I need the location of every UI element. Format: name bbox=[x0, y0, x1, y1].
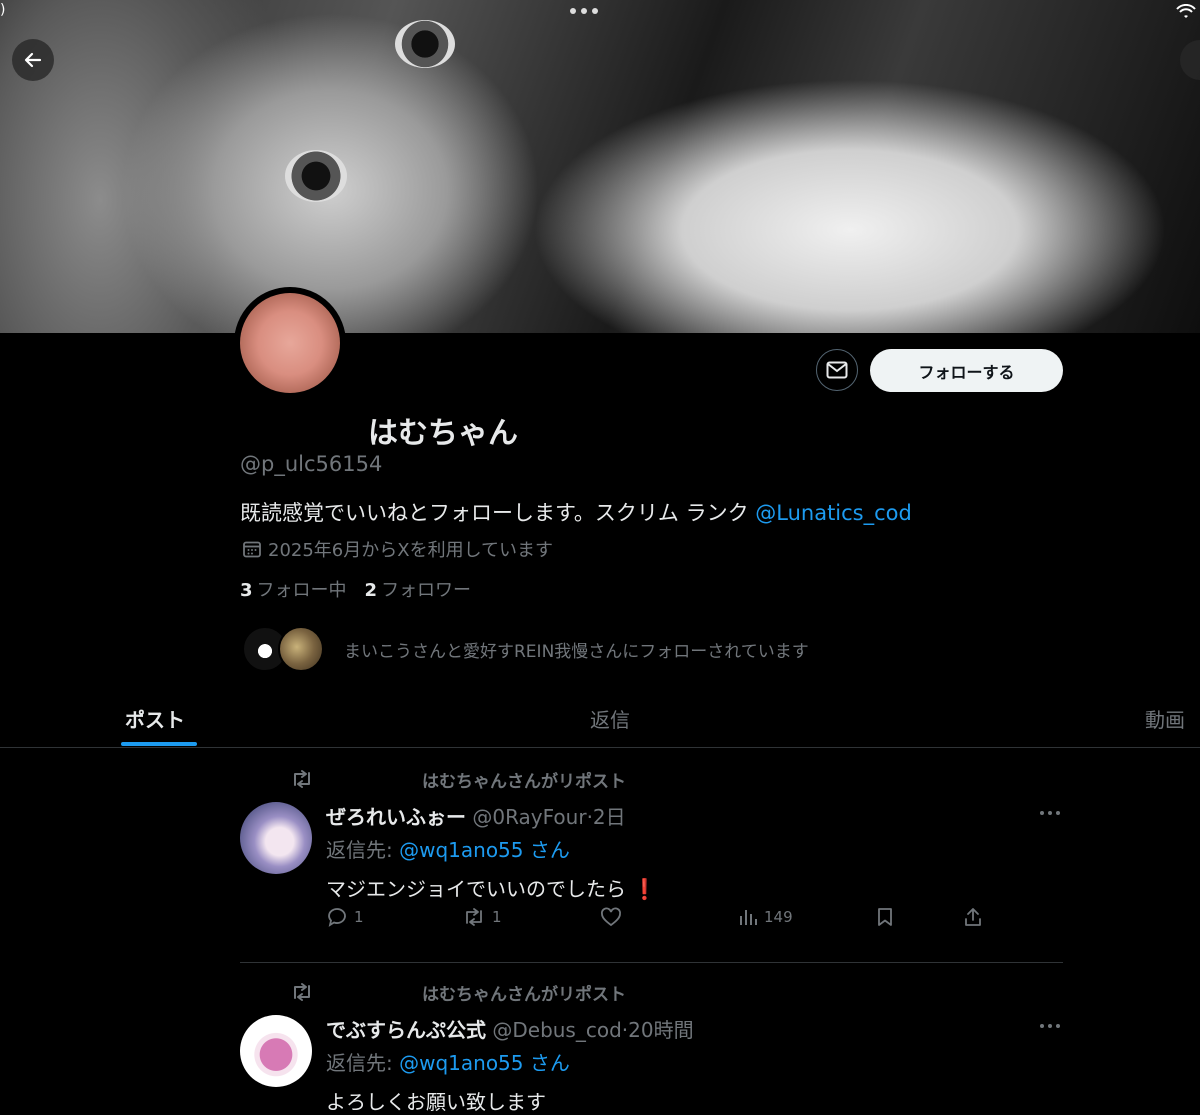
post-author-handle[interactable]: @0RayFour bbox=[472, 805, 586, 829]
views-count: 149 bbox=[764, 908, 793, 926]
profile-bio: 既読感覚でいいねとフォローします。スクリム ランク @Lunatics_cod bbox=[240, 497, 912, 527]
follower-avatar bbox=[278, 626, 324, 672]
followers-count: 2 bbox=[364, 580, 378, 601]
join-date-text: 2025年6月からXを利用しています bbox=[268, 540, 554, 561]
join-date: 2025年6月からXを利用しています bbox=[242, 536, 553, 562]
follow-counts: 3 フォロー中 2 フォロワー bbox=[240, 576, 471, 602]
more-options-icon[interactable] bbox=[1040, 811, 1062, 817]
following-label: フォロー中 bbox=[256, 580, 347, 601]
post-body: マジエンジョイでいいのでしたら bbox=[326, 877, 626, 901]
repost-label: はむちゃんさんがリポスト bbox=[422, 771, 626, 792]
tab-videos[interactable]: 動画 bbox=[1145, 704, 1185, 733]
repost-count: 1 bbox=[492, 908, 502, 926]
post-author-handle[interactable]: @Debus_cod bbox=[492, 1018, 621, 1042]
mail-icon bbox=[826, 361, 848, 379]
profile-avatar[interactable] bbox=[234, 287, 346, 399]
reply-to-prefix: 返信先: bbox=[326, 838, 400, 862]
repost-icon bbox=[466, 908, 482, 926]
analytics-icon bbox=[740, 910, 757, 925]
display-name: はむちゃん bbox=[368, 416, 518, 451]
followers-link[interactable]: 2 フォロワー bbox=[365, 576, 472, 602]
like-button[interactable] bbox=[600, 907, 622, 927]
reply-to-line: 返信先: @wq1ano55 さん bbox=[326, 1047, 570, 1076]
bookmark-icon bbox=[878, 908, 892, 926]
exclamation-emoji: ❗ bbox=[632, 877, 658, 901]
repost-icon bbox=[294, 983, 310, 1001]
tab-replies[interactable]: 返信 bbox=[590, 704, 630, 733]
reply-to-line: 返信先: @wq1ano55 さん bbox=[326, 834, 570, 863]
reply-button[interactable]: 1 bbox=[326, 907, 364, 927]
post-header: ぜろれいふぉー @0RayFour·2日 bbox=[326, 805, 626, 829]
bio-mention-link[interactable]: @Lunatics_cod bbox=[755, 501, 912, 525]
tab-posts[interactable]: ポスト bbox=[125, 704, 185, 733]
followed-by-text: まいこうさんと愛好すREIN我慢さんにフォローされています bbox=[344, 641, 809, 662]
back-button[interactable] bbox=[12, 39, 54, 81]
share-icon bbox=[965, 908, 981, 926]
heart-icon bbox=[601, 907, 621, 927]
user-handle: @p_ulc56154 bbox=[240, 452, 383, 476]
post-time[interactable]: 20時間 bbox=[628, 1018, 693, 1042]
drag-handle-icon[interactable] bbox=[570, 8, 602, 18]
reply-to-link[interactable]: @wq1ano55 さん bbox=[399, 838, 570, 862]
post-author-name[interactable]: でぶすらんぷ公式 bbox=[326, 1018, 486, 1042]
wifi-icon bbox=[1176, 4, 1196, 18]
bio-text: 既読感覚でいいねとフォローします。スクリム ランク bbox=[240, 501, 756, 525]
profile-banner[interactable] bbox=[0, 0, 1200, 333]
reply-icon bbox=[328, 908, 346, 927]
profile-tabs: ポスト 返信 動画 bbox=[0, 690, 1200, 748]
following-link[interactable]: 3 フォロー中 bbox=[240, 576, 347, 602]
followers-label: フォロワー bbox=[381, 580, 472, 601]
following-count: 3 bbox=[240, 580, 253, 601]
repost-indicator: はむちゃんさんがリポスト bbox=[290, 769, 626, 792]
post-author-avatar[interactable] bbox=[240, 1015, 312, 1087]
bookmark-button[interactable] bbox=[876, 907, 894, 927]
reply-count: 1 bbox=[354, 908, 364, 926]
repost-label: はむちゃんさんがリポスト bbox=[422, 984, 626, 1005]
post-text: マジエンジョイでいいのでしたら ❗ bbox=[326, 873, 657, 902]
repost-indicator: はむちゃんさんがリポスト bbox=[290, 982, 626, 1005]
message-button[interactable] bbox=[816, 349, 858, 391]
reply-to-link[interactable]: @wq1ano55 さん bbox=[399, 1051, 570, 1075]
arrow-left-icon bbox=[24, 52, 42, 68]
post-divider bbox=[240, 962, 1063, 963]
post-author-name[interactable]: ぜろれいふぉー bbox=[326, 805, 466, 829]
views-button[interactable]: 149 bbox=[738, 907, 793, 927]
banner-eye bbox=[285, 150, 347, 202]
post-body: よろしくお願い致します bbox=[326, 1090, 546, 1114]
repost-button[interactable]: 1 bbox=[462, 907, 502, 927]
share-button[interactable] bbox=[963, 907, 983, 927]
post-author-avatar[interactable] bbox=[240, 802, 312, 874]
post-time[interactable]: 2日 bbox=[593, 805, 626, 829]
active-tab-indicator bbox=[121, 742, 197, 746]
banner-eye bbox=[395, 20, 455, 68]
followed-by-row[interactable]: まいこうさんと愛好すREIN我慢さんにフォローされています bbox=[242, 626, 809, 672]
more-options-icon[interactable] bbox=[1040, 1024, 1062, 1030]
follow-button[interactable]: フォローする bbox=[870, 349, 1063, 392]
repost-icon bbox=[294, 770, 310, 788]
reply-to-prefix: 返信先: bbox=[326, 1051, 400, 1075]
post-header: でぶすらんぷ公式 @Debus_cod·20時間 bbox=[326, 1018, 694, 1042]
status-bar-glyph: ) bbox=[0, 2, 6, 18]
calendar-icon bbox=[243, 541, 261, 558]
